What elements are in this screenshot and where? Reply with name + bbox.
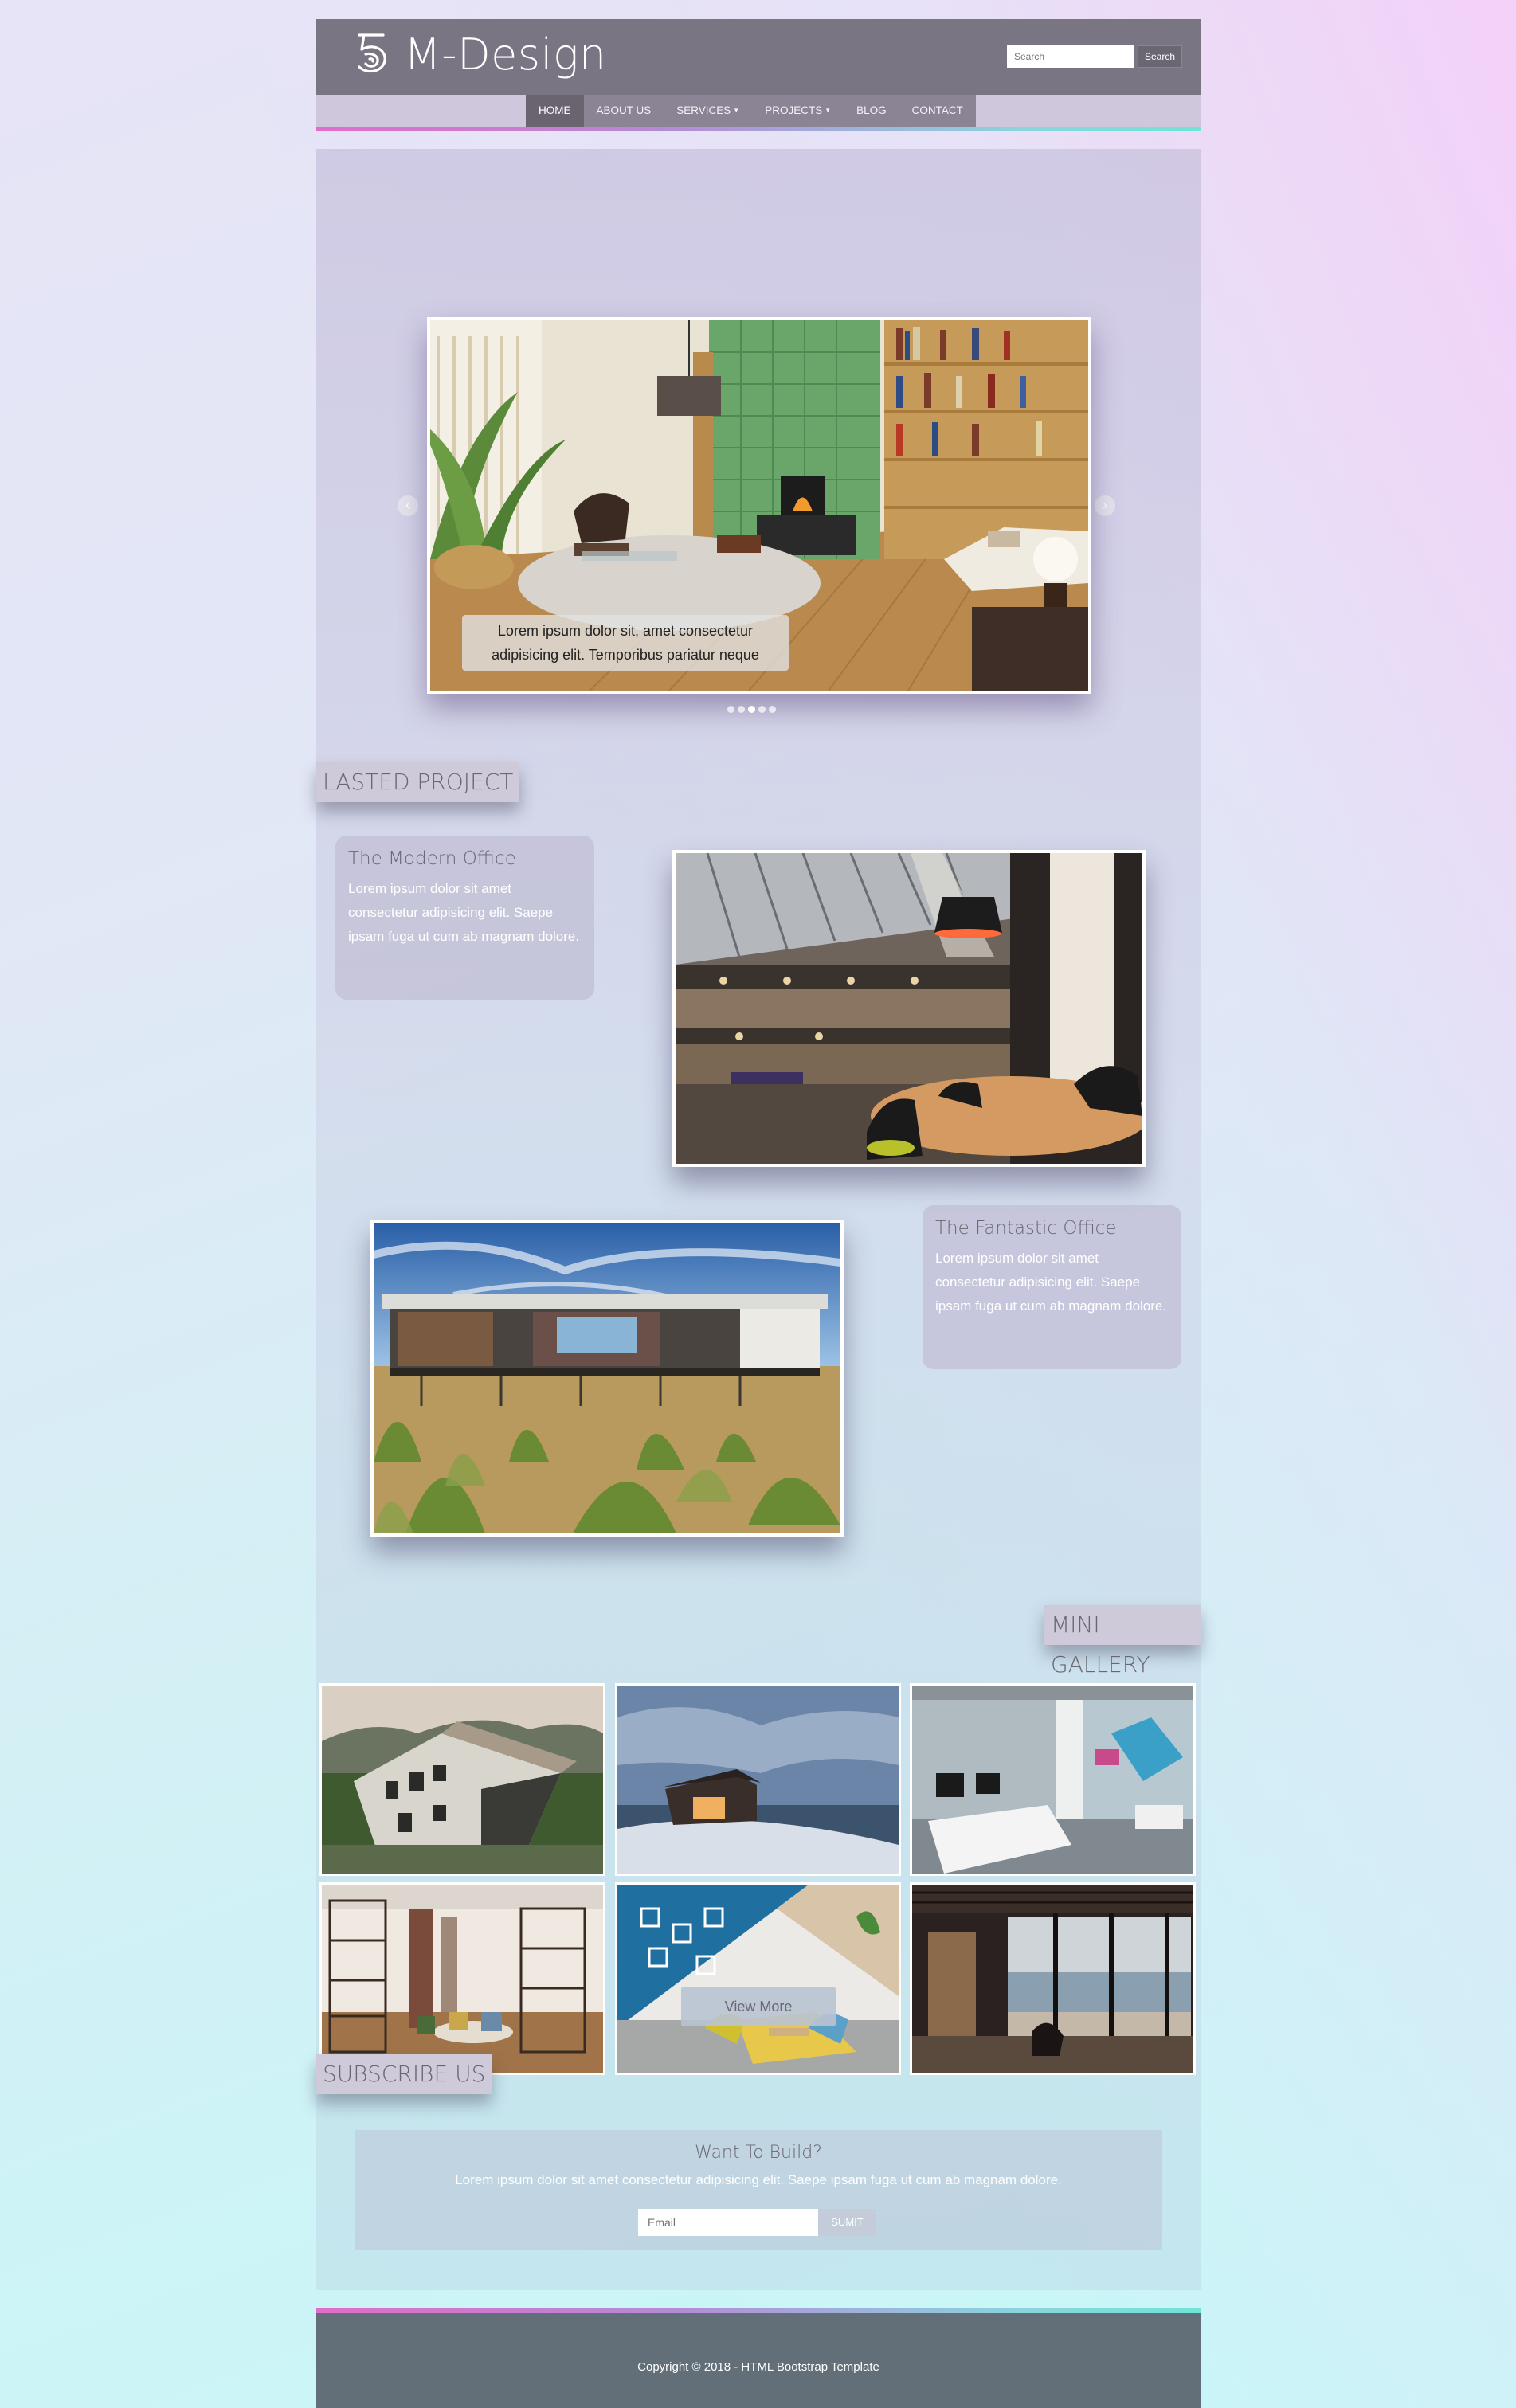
site-footer: Copyright © 2018 - HTML Bootstrap Templa… xyxy=(316,2313,1201,2408)
fantastic-office-image xyxy=(374,1223,840,1533)
caption-line-1: Lorem ipsum dolor sit, amet consectetur xyxy=(497,623,754,639)
header-divider xyxy=(316,127,1201,131)
gallery-lounge-image xyxy=(322,1885,603,2073)
carousel-indicator[interactable] xyxy=(769,706,776,713)
site-header: M-Design Search xyxy=(316,19,1201,95)
section-title-subscribe: SUBSCRIBE US xyxy=(316,2054,492,2094)
gallery-blue-wall-image xyxy=(617,1885,899,2073)
project-description: Lorem ipsum dolor sit amet consectetur a… xyxy=(348,881,580,944)
gallery-image[interactable] xyxy=(319,1882,605,2075)
gallery-house-image xyxy=(322,1686,603,1874)
nav-about-us[interactable]: ABOUT US xyxy=(584,95,664,127)
section-title-mini-gallery: MINI GALLERY xyxy=(1044,1605,1201,1678)
main-content: ‹ › Lorem ipsum dolor sit, amet consecte… xyxy=(316,149,1201,2290)
logo-icon xyxy=(358,33,386,73)
nav-services-label: SERVICES xyxy=(676,104,731,116)
project-title[interactable]: The Modern Office xyxy=(348,848,582,869)
nav-blog[interactable]: BLOG xyxy=(844,95,899,127)
carousel-indicator[interactable] xyxy=(727,706,734,713)
nav-services[interactable]: SERVICES ▼ xyxy=(664,95,752,127)
caret-down-icon: ▼ xyxy=(733,107,740,114)
gallery-ocean-view-image xyxy=(912,1885,1193,2073)
caret-down-icon: ▼ xyxy=(825,107,832,114)
caption-line-2: adipisicing elit. Temporibus pariatur ne… xyxy=(492,647,759,663)
carousel-prev-icon[interactable]: ‹ xyxy=(398,495,418,516)
section-title-latest-project: LASTED PROJECT xyxy=(316,762,520,802)
navbar: HOME ABOUT US SERVICES ▼ PROJECTS ▼ BLOG C… xyxy=(316,95,1201,127)
gallery-coast-cabin-image xyxy=(617,1686,899,1874)
gallery-image[interactable] xyxy=(910,1882,1196,2075)
nav-home-label: HOME xyxy=(539,104,571,116)
nav-home[interactable]: HOME xyxy=(526,95,584,127)
modern-office-image xyxy=(676,853,1142,1164)
gallery-image[interactable] xyxy=(910,1683,1196,1876)
nav-menu: HOME ABOUT US SERVICES ▼ PROJECTS ▼ BLOG C… xyxy=(526,95,976,127)
submit-button[interactable]: SUMIT xyxy=(818,2209,876,2236)
search-input[interactable] xyxy=(1007,45,1134,68)
carousel-indicators xyxy=(727,706,776,713)
carousel-indicator[interactable] xyxy=(758,706,766,713)
project-image[interactable] xyxy=(672,850,1146,1167)
nav-projects[interactable]: PROJECTS ▼ xyxy=(752,95,844,127)
gallery-image[interactable] xyxy=(319,1683,605,1876)
project-image[interactable] xyxy=(370,1220,844,1537)
carousel-caption: Lorem ipsum dolor sit, amet consectetur … xyxy=(462,615,789,671)
gallery-glass-office-image xyxy=(912,1686,1193,1874)
view-more-button[interactable]: View More xyxy=(681,1987,836,2026)
nav-projects-label: PROJECTS xyxy=(765,104,823,116)
subscribe-panel: Want To Build? Lorem ipsum dolor sit ame… xyxy=(355,2130,1162,2250)
gallery-image[interactable] xyxy=(615,1683,901,1876)
nav-blog-label: BLOG xyxy=(856,104,887,116)
project-title[interactable]: The Fantastic Office xyxy=(935,1218,1169,1239)
subscribe-title: Want To Build? xyxy=(695,2143,822,2163)
project-card: The Modern Office Lorem ipsum dolor sit … xyxy=(335,836,594,1000)
carousel-indicator[interactable] xyxy=(738,706,745,713)
carousel-indicator-active[interactable] xyxy=(748,706,755,713)
search-button[interactable]: Search xyxy=(1138,45,1182,68)
nav-contact[interactable]: CONTACT xyxy=(899,95,976,127)
subscribe-form: SUMIT xyxy=(638,2209,876,2236)
nav-about-label: ABOUT US xyxy=(596,104,652,116)
brand-name[interactable]: M-Design xyxy=(404,29,607,80)
project-description: Lorem ipsum dolor sit amet consectetur a… xyxy=(935,1251,1167,1314)
carousel-next-icon[interactable]: › xyxy=(1095,495,1115,516)
nav-contact-label: CONTACT xyxy=(911,104,963,116)
carousel-slide[interactable]: Lorem ipsum dolor sit, amet consectetur … xyxy=(427,317,1091,694)
project-card: The Fantastic Office Lorem ipsum dolor s… xyxy=(923,1205,1181,1369)
copyright-text: Copyright © 2018 - HTML Bootstrap Templa… xyxy=(637,2360,879,2374)
page: M-Design Search HOME ABOUT US SERVICES▼ … xyxy=(316,19,1201,2408)
gallery-image[interactable] xyxy=(615,1882,901,2075)
email-field[interactable] xyxy=(638,2209,818,2236)
subscribe-text: Lorem ipsum dolor sit amet consectetur a… xyxy=(455,2172,1062,2187)
